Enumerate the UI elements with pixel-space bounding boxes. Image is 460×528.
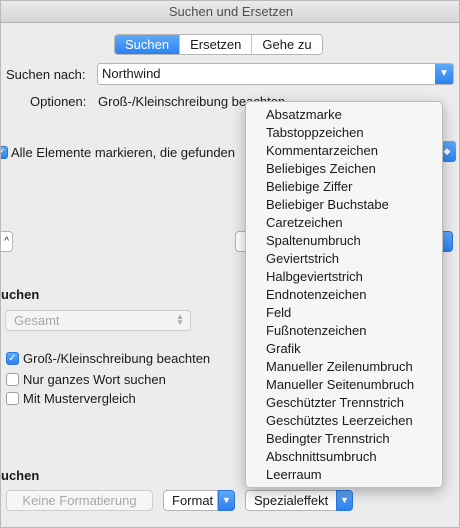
match-case-label: Groß-/Kleinschreibung beachten (23, 351, 211, 366)
search-label: Suchen nach: (6, 67, 86, 82)
menu-item-geschuetztes-leerzeichen[interactable]: Geschütztes Leerzeichen (246, 412, 442, 430)
menu-item-abschnittsumbruch[interactable]: Abschnittsumbruch (246, 448, 442, 466)
special-menu: Absatzmarke Tabstoppzeichen Kommentarzei… (245, 101, 443, 488)
menu-item-tabstoppzeichen[interactable]: Tabstoppzeichen (246, 124, 442, 142)
collapse-button[interactable]: ^ (1, 231, 13, 252)
find-replace-window: Suchen und Ersetzen Suchen Ersetzen Gehe… (0, 0, 460, 528)
menu-item-bedingter-trennstrich[interactable]: Bedingter Trennstrich (246, 430, 442, 448)
menu-item-manueller-zeilenumbruch[interactable]: Manueller Zeilenumbruch (246, 358, 442, 376)
menu-item-leerraum[interactable]: Leerraum (246, 466, 442, 484)
highlight-label: Alle Elemente markieren, die gefunden (11, 145, 236, 160)
window-title: Suchen und Ersetzen (1, 1, 459, 23)
tab-ersetzen[interactable]: Ersetzen (180, 35, 253, 54)
search-direction-value: Gesamt (14, 313, 60, 328)
highlight-checkbox[interactable]: ✓ (1, 146, 8, 159)
pattern-match-label: Mit Mustervergleich (23, 391, 136, 406)
menu-item-caretzeichen[interactable]: Caretzeichen (246, 214, 442, 232)
menu-item-grafik[interactable]: Grafik (246, 340, 442, 358)
menu-item-feld[interactable]: Feld (246, 304, 442, 322)
menu-item-beliebiges-zeichen[interactable]: Beliebiges Zeichen (246, 160, 442, 178)
options-label: Optionen: (30, 94, 87, 109)
special-dropdown-button[interactable]: ▼ (336, 490, 353, 511)
menu-item-geviertstrich[interactable]: Geviertstrich (246, 250, 442, 268)
chevron-updown-icon: ◆ (443, 146, 451, 156)
pattern-match-checkbox[interactable] (6, 392, 19, 405)
tab-bar: Suchen Ersetzen Gehe zu (114, 34, 323, 55)
format-dropdown-button[interactable]: ▼ (218, 490, 235, 511)
menu-item-spaltenumbruch[interactable]: Spaltenumbruch (246, 232, 442, 250)
search-section-title: uchen (1, 287, 40, 302)
menu-item-geschuetzter-trennstrich[interactable]: Geschützter Trennstrich (246, 394, 442, 412)
format-section-title: uchen (1, 468, 40, 483)
tab-suchen[interactable]: Suchen (115, 35, 181, 54)
special-button[interactable]: Spezialeffekt (245, 490, 337, 511)
search-history-button[interactable]: ▼ (435, 64, 453, 84)
no-format-button[interactable]: Keine Formatierung (6, 490, 153, 511)
chevron-up-icon: ^ (4, 236, 9, 247)
tab-gehe-zu[interactable]: Gehe zu (252, 35, 322, 54)
chevron-down-icon: ▼ (439, 68, 449, 79)
menu-item-absatzmarke[interactable]: Absatzmarke (246, 106, 442, 124)
menu-item-fussnotenzeichen[interactable]: Fußnotenzeichen (246, 322, 442, 340)
chevron-down-icon: ▼ (340, 495, 349, 505)
format-button[interactable]: Format (163, 490, 218, 511)
chevron-down-icon: ▼ (222, 495, 231, 505)
menu-item-beliebige-ziffer[interactable]: Beliebige Ziffer (246, 178, 442, 196)
search-direction-select[interactable]: Gesamt ▲ ▼ (5, 310, 191, 331)
menu-item-beliebiger-buchstabe[interactable]: Beliebiger Buchstabe (246, 196, 442, 214)
search-input[interactable] (102, 64, 432, 84)
search-combo: ▼ (97, 63, 454, 85)
menu-item-kommentarzeichen[interactable]: Kommentarzeichen (246, 142, 442, 160)
menu-item-manueller-seitenumbruch[interactable]: Manueller Seitenumbruch (246, 376, 442, 394)
menu-item-halbgeviertstrich[interactable]: Halbgeviertstrich (246, 268, 442, 286)
whole-word-label: Nur ganzes Wort suchen (23, 372, 166, 387)
whole-word-checkbox[interactable] (6, 373, 19, 386)
chevron-updown-icon: ▲ ▼ (176, 312, 184, 327)
match-case-checkbox[interactable]: ✓ (6, 352, 19, 365)
menu-item-endnotenzeichen[interactable]: Endnotenzeichen (246, 286, 442, 304)
